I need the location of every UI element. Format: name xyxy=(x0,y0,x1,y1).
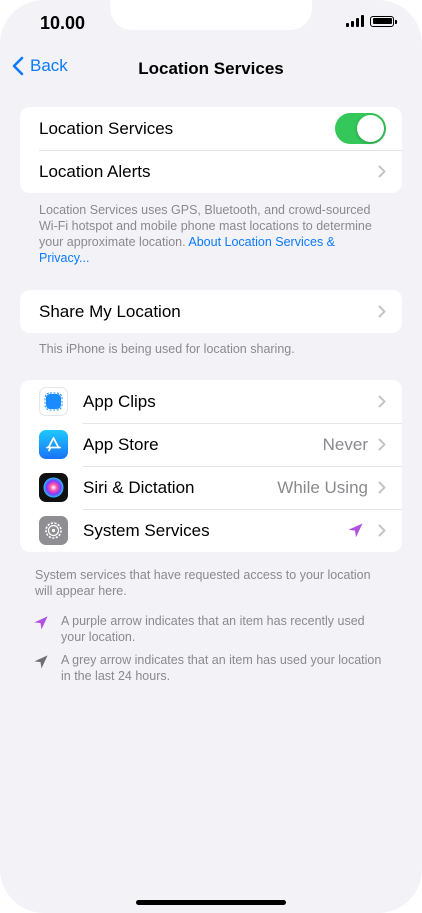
location-services-row: Location Services xyxy=(20,107,402,150)
chevron-right-icon xyxy=(378,438,386,451)
grey-arrow-icon xyxy=(34,655,48,669)
grey-arrow-legend-text: A grey arrow indicates that an item has … xyxy=(61,653,382,683)
siri-dictation-label: Siri & Dictation xyxy=(83,477,195,497)
chevron-right-icon xyxy=(378,305,386,318)
chevron-right-icon xyxy=(378,165,386,178)
chevron-right-icon xyxy=(378,481,386,494)
location-alerts-label: Location Alerts xyxy=(39,161,151,181)
sharing-description: This iPhone is being used for location s… xyxy=(39,342,295,356)
status-time: 10.00 xyxy=(40,13,86,33)
share-location-group: Share My Location xyxy=(20,290,402,333)
chevron-right-icon xyxy=(378,395,386,408)
settings-gear-icon xyxy=(39,516,68,545)
phone-frame: 10.00 Back Location Services Location Se… xyxy=(0,0,422,913)
siri-icon xyxy=(39,473,68,502)
app-clips-label: App Clips xyxy=(83,391,156,411)
location-services-description: Location Services uses GPS, Bluetooth, a… xyxy=(39,202,384,266)
battery-icon xyxy=(370,15,397,27)
navigation-bar: Back Location Services xyxy=(0,56,422,82)
location-services-label: Location Services xyxy=(39,118,174,138)
app-store-label: App Store xyxy=(83,434,159,454)
grey-arrow-legend: A grey arrow indicates that an item has … xyxy=(33,652,391,684)
share-my-location-row[interactable]: Share My Location xyxy=(20,290,402,333)
app-store-icon xyxy=(39,430,68,459)
app-clips-row[interactable]: App Clips xyxy=(20,380,402,423)
siri-dictation-permission: While Using xyxy=(277,477,368,497)
app-clips-icon xyxy=(39,387,68,416)
page-title: Location Services xyxy=(138,59,284,78)
purple-arrow-legend-text: A purple arrow indicates that an item ha… xyxy=(61,614,365,644)
status-icons xyxy=(346,15,397,27)
cellular-signal-icon xyxy=(346,15,364,27)
apps-group: App Clips App Store Never Siri & Dictati… xyxy=(20,380,402,552)
location-services-toggle[interactable] xyxy=(335,113,386,144)
purple-arrow-icon xyxy=(34,616,48,630)
app-store-permission: Never xyxy=(322,434,368,454)
share-my-location-label: Share My Location xyxy=(39,301,181,321)
location-alerts-row[interactable]: Location Alerts xyxy=(20,150,402,193)
chevron-right-icon xyxy=(378,524,386,537)
notch xyxy=(110,0,312,30)
system-services-row[interactable]: System Services xyxy=(20,509,402,552)
purple-arrow-legend: A purple arrow indicates that an item ha… xyxy=(33,613,391,645)
siri-dictation-row[interactable]: Siri & Dictation While Using xyxy=(20,466,402,509)
app-store-row[interactable]: App Store Never xyxy=(20,423,402,466)
purple-arrow-icon xyxy=(348,523,363,538)
location-settings-group: Location Services Location Alerts xyxy=(20,107,402,193)
screen: 10.00 Back Location Services Location Se… xyxy=(0,0,422,913)
system-services-label: System Services xyxy=(83,520,210,540)
system-services-description: System services that have requested acce… xyxy=(35,568,371,598)
home-indicator[interactable] xyxy=(136,900,286,905)
